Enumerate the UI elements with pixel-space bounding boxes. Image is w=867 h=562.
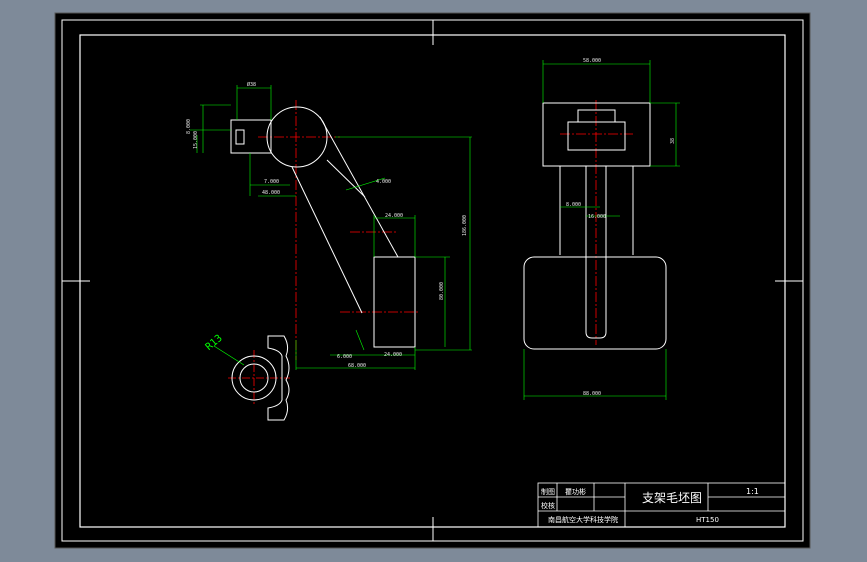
tb-scale: 1:1 [746, 487, 759, 496]
drawing-sheet [54, 12, 811, 549]
dim-foot-height: 80.000 [439, 282, 445, 300]
tb-title: 支架毛坯图 [642, 491, 702, 505]
dim-side-1: 8.000 [186, 119, 192, 134]
drawing-canvas[interactable]: Ø38 8.000 15.000 7.000 48.000 4.000 24.0… [0, 0, 867, 562]
dim-right-side: 38 [670, 138, 676, 144]
dim-bottom-span: 68.000 [348, 363, 366, 369]
dim-foot-top: 24.000 [385, 213, 403, 219]
dim-rib: 4.000 [376, 179, 391, 185]
dim-total-height: 186.000 [462, 215, 468, 236]
dim-right-slot-1: 8.000 [566, 202, 581, 208]
tb-check-label: 校核 [541, 501, 555, 510]
dim-right-slot-2: 16.000 [588, 214, 606, 220]
cad-viewport[interactable]: Ø38 8.000 15.000 7.000 48.000 4.000 24.0… [0, 0, 867, 562]
dim-foot-offset: 6.000 [337, 354, 352, 360]
dim-right-top: 58.000 [583, 58, 601, 64]
tb-drawn-name: 瞿功彬 [565, 487, 586, 496]
dim-right-bottom: 88.000 [583, 391, 601, 397]
tb-material: HT150 [696, 516, 719, 524]
dim-arm-gap: 48.000 [262, 190, 280, 196]
tb-drawn-label: 制图 [541, 487, 555, 496]
dim-top-width: Ø38 [247, 81, 256, 88]
dim-side-2: 15.000 [193, 131, 199, 149]
tb-school: 南昌航空大学科技学院 [548, 515, 618, 524]
dim-boss-offset: 7.000 [264, 179, 279, 185]
dim-foot-bottom: 24.000 [384, 352, 402, 358]
